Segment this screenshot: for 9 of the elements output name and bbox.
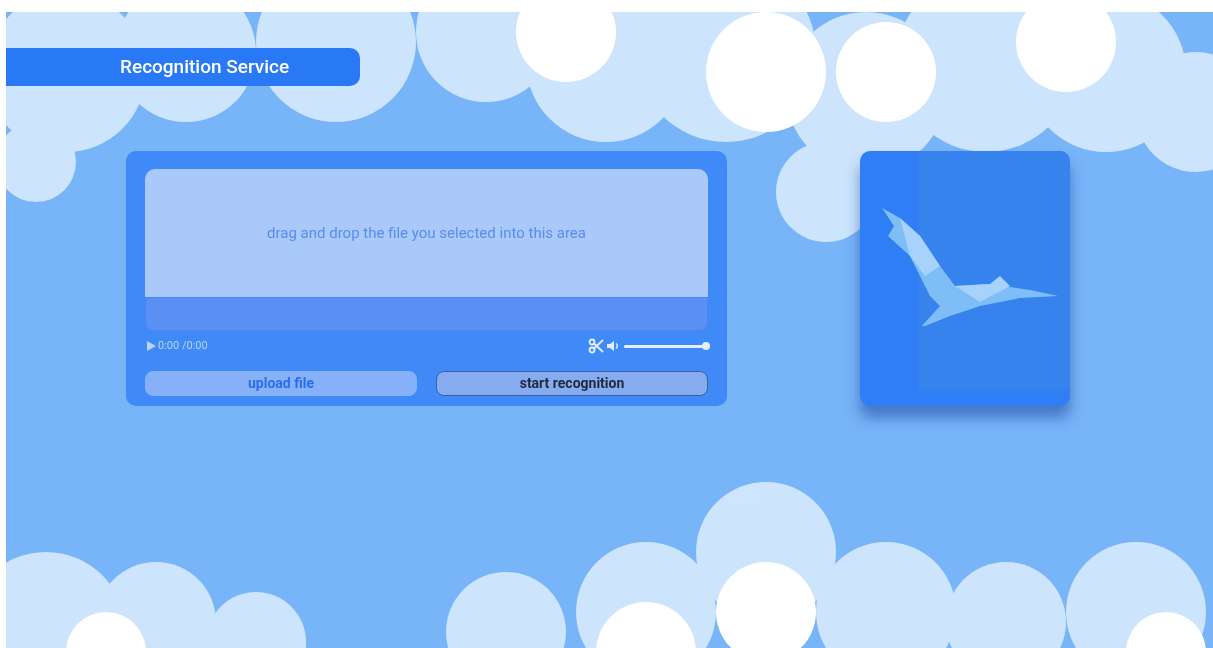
drop-area[interactable]: drag and drop the file you selected into this area (145, 169, 708, 297)
start-button[interactable]: start recognition (436, 371, 708, 396)
scissors-icon[interactable] (588, 338, 604, 354)
upload-button[interactable]: upload file (145, 371, 417, 396)
app-title: Recognition Service (120, 53, 290, 80)
volume-icon[interactable] (606, 339, 620, 353)
play-icon[interactable] (147, 341, 156, 351)
drop-hint: drag and drop the file you selected into this area (267, 222, 586, 244)
time-readout: 0:00 /0:00 (158, 337, 208, 354)
